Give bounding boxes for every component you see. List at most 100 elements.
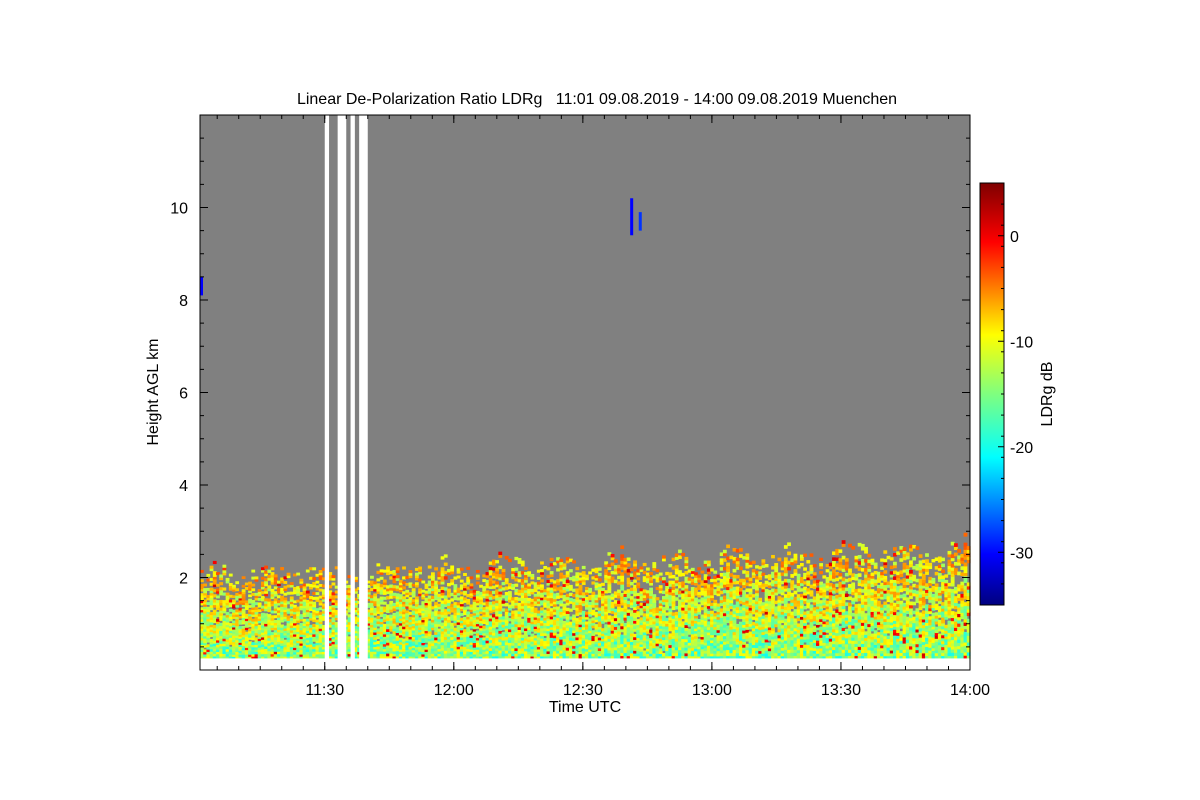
heat-cell	[235, 588, 240, 592]
heat-cell	[501, 568, 506, 573]
heat-cell	[697, 574, 702, 578]
heat-cell	[264, 565, 268, 569]
heat-cell	[447, 588, 451, 592]
heat-cell	[254, 576, 259, 580]
heat-cell	[626, 563, 631, 567]
heat-cell	[658, 572, 663, 576]
heat-cell	[739, 566, 743, 571]
heat-cell	[331, 575, 336, 579]
heat-cell	[427, 565, 432, 569]
heat-cell	[414, 582, 419, 586]
heat-cell	[514, 567, 519, 571]
heat-cell	[222, 587, 227, 591]
heat-cell	[312, 601, 317, 605]
heat-cell	[312, 577, 317, 581]
heat-cell	[469, 583, 474, 587]
heat-cell	[585, 574, 589, 578]
heat-cell	[286, 572, 291, 576]
heat-cell	[642, 562, 647, 567]
heat-cell	[315, 580, 320, 584]
heat-cell	[639, 566, 644, 570]
heat-cell	[652, 562, 657, 566]
heat-cell	[283, 597, 288, 601]
heat-cell	[402, 566, 406, 570]
heat-cell	[267, 585, 272, 589]
heat-cell	[662, 577, 666, 581]
heat-cell	[203, 583, 208, 587]
heat-cell	[206, 573, 211, 577]
heat-cell	[636, 577, 641, 581]
heat-cell	[684, 556, 689, 561]
heat-cell	[540, 579, 544, 583]
heat-cell	[540, 584, 544, 588]
heat-cell	[463, 572, 467, 577]
heat-cell	[681, 552, 686, 557]
heat-cell	[626, 557, 631, 561]
heat-cell	[456, 575, 461, 579]
heat-cell	[533, 607, 538, 611]
heat-cell	[751, 560, 756, 565]
heat-cell	[597, 578, 602, 582]
heat-cell	[315, 592, 320, 596]
heat-cell	[370, 575, 374, 579]
heat-cell	[508, 558, 512, 563]
heat-cell	[540, 569, 544, 573]
heat-cell	[475, 581, 480, 585]
heat-cell	[658, 585, 663, 589]
heat-cell	[232, 584, 236, 588]
heat-cell	[572, 560, 576, 564]
heat-cell	[713, 570, 718, 574]
heat-cell	[305, 590, 310, 594]
heat-cell	[402, 586, 406, 590]
heat-cell	[200, 569, 204, 573]
heat-cell	[225, 577, 230, 581]
heat-cell	[222, 564, 227, 568]
heat-cell	[469, 576, 474, 580]
heat-cell	[443, 554, 448, 558]
heat-cell	[620, 554, 625, 558]
heat-cell	[549, 571, 554, 575]
heat-cell	[443, 576, 448, 580]
heat-cell	[546, 567, 551, 571]
heat-cell	[498, 565, 503, 570]
heat-cell	[713, 599, 718, 604]
heat-cell	[200, 579, 204, 583]
heat-cell	[280, 567, 285, 571]
heat-cell	[395, 567, 400, 571]
heat-cell	[748, 577, 753, 581]
heat-cell	[739, 548, 743, 552]
heat-cell	[568, 569, 573, 573]
heat-cell	[514, 583, 519, 587]
heat-cell	[697, 567, 702, 571]
heat-cell	[636, 582, 641, 586]
heat-cell	[674, 565, 679, 569]
heat-cell	[735, 557, 740, 562]
heat-cell	[251, 588, 256, 592]
heat-cell	[431, 572, 435, 576]
heat-cell	[575, 566, 580, 571]
heat-cell	[549, 557, 554, 562]
heat-cell	[312, 567, 317, 571]
heat-cell	[498, 551, 503, 556]
heat-cell	[568, 584, 573, 589]
heat-cell	[620, 545, 625, 549]
plot-area	[199, 114, 971, 671]
heat-cell	[633, 560, 637, 564]
heat-cell	[726, 544, 730, 549]
heat-cell	[421, 580, 426, 584]
heat-cell	[475, 574, 480, 578]
heat-cell	[289, 582, 294, 586]
heat-cell	[645, 567, 650, 571]
heat-cell	[559, 558, 564, 563]
heat-cell	[395, 575, 400, 579]
heat-cell	[418, 566, 422, 570]
heat-cell	[495, 560, 499, 564]
heat-cell	[722, 549, 727, 554]
heat-cell	[684, 585, 689, 589]
heat-cell	[453, 584, 458, 588]
heat-cell	[662, 555, 666, 559]
heat-cell	[530, 573, 535, 578]
heat-cell	[273, 574, 278, 578]
heat-cell	[235, 581, 240, 585]
heat-cell	[296, 572, 301, 576]
